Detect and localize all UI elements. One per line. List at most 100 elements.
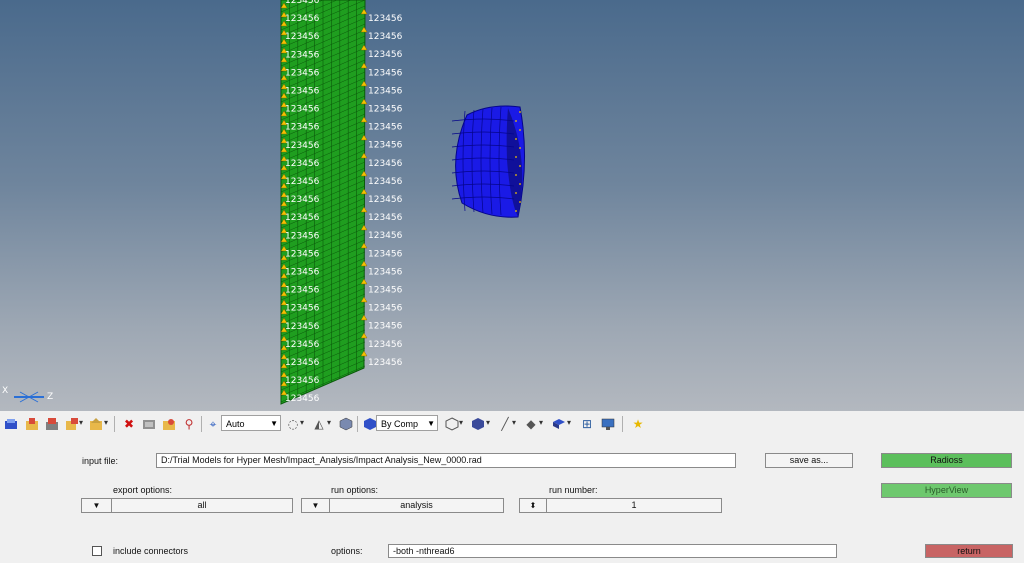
run-options-toggle[interactable]: ▼ [301,498,330,513]
dof-label: 123456 [285,50,320,60]
run-number-label: run number: [549,485,598,495]
dof-label: 123456 [285,304,320,314]
export-options-selector[interactable]: all [112,498,293,513]
find-icon[interactable] [161,416,177,432]
run-options-label: run options: [331,485,379,495]
model-canvas[interactable]: 123456 123456 123456 123456 123456 123456 1234… [0,0,1024,411]
impactor-node-marker [519,201,521,203]
dof-label: 123456 [285,195,320,205]
dof-label: 123456 [368,195,403,205]
run-number-stepper[interactable]: ⬍ [519,498,547,513]
dof-label: 123456 [285,394,320,404]
monitor-icon[interactable] [600,416,616,432]
export-icon[interactable] [64,416,80,432]
dof-label: 123456 [368,213,403,223]
line-display-icon[interactable]: ╱ [497,416,513,432]
options-field[interactable]: -both -nthread6 [388,544,837,558]
run-number-field[interactable]: 1 [547,498,722,513]
toolbar-separator [622,416,623,432]
dof-label: 123456 [285,141,320,151]
orbit-mode-value: Auto [226,419,245,429]
surface-display-icon[interactable]: ◆ [523,416,539,432]
dof-label: 123456 [285,14,320,24]
shaded-dropdown-arrow[interactable]: ▾ [486,418,490,427]
toolbar-separator [201,416,202,432]
dof-label: 123456 [368,68,403,78]
dof-label: 123456 [368,50,403,60]
export-options-toggle[interactable]: ▼ [81,498,112,513]
impactor-node-marker [519,129,521,131]
impactor-node-marker [519,165,521,167]
impactor-node-marker [515,174,517,176]
line-dropdown-arrow[interactable]: ▾ [512,418,516,427]
dof-label: 123456 [368,249,403,259]
impactor-node-marker [519,111,521,113]
solid-dropdown-arrow[interactable]: ▾ [567,418,571,427]
mask-icon[interactable]: ⊞ [579,416,595,432]
dof-label: 123456 [368,304,403,314]
radioss-button[interactable]: Radioss [881,453,1012,468]
dof-label: 123456 [285,0,320,6]
import-dropdown-arrow[interactable]: ▾ [104,418,108,427]
dof-label: 123456 [285,358,320,368]
dof-label: 123456 [285,286,320,296]
impactor-node-marker [515,138,517,140]
up-down-arrows-icon: ⬍ [529,501,537,510]
impactor-node-marker [515,192,517,194]
orbit-mode-dropdown[interactable]: Auto ▼ [221,415,281,431]
hyperview-button[interactable]: HyperView [881,483,1012,498]
dof-label: 123456 [368,177,403,187]
axis-x-label: X [2,386,8,396]
color-mode-value: By Comp [381,419,419,429]
chevron-down-icon: ▼ [311,501,320,510]
export-dropdown-arrow[interactable]: ▾ [79,418,83,427]
wireframe-icon[interactable] [444,416,460,432]
view-dropdown-arrow[interactable]: ▾ [327,418,331,427]
delete-icon[interactable]: ✖ [121,416,137,432]
visualization-icon[interactable]: ⚲ [181,416,197,432]
rotation-center-icon[interactable]: ⌖ [205,416,221,432]
impactor-node-marker [519,147,521,149]
dof-label: 123456 [285,268,320,278]
toolbar-separator [114,416,115,432]
dof-label: 123456 [368,123,403,133]
solid-display-icon[interactable] [551,416,567,432]
lasso-select-icon[interactable]: ◌ [285,416,301,432]
impactor-node-marker [519,183,521,185]
cube-view-icon[interactable] [338,416,354,432]
surface-dropdown-arrow[interactable]: ▾ [539,418,543,427]
run-options-selector[interactable]: analysis [330,498,504,513]
toolbar-separator [357,416,358,432]
impactor-node-marker [515,156,517,158]
blue-impactor-mesh[interactable] [451,105,526,218]
import-geometry-icon[interactable] [88,416,104,432]
include-connectors-checkbox[interactable] [92,546,102,556]
graphics-viewport[interactable]: 123456 123456 123456 123456 123456 123456 1234… [0,0,1024,411]
dof-label: 123456 [368,322,403,332]
dof-label: 123456 [368,286,403,296]
wireframe-dropdown-arrow[interactable]: ▾ [459,418,463,427]
dof-label: 123456 [285,177,320,187]
open-model-icon[interactable] [24,416,40,432]
chevron-down-icon: ▼ [270,419,278,428]
chevron-down-icon: ▼ [92,501,101,510]
dof-label: 123456 [368,86,403,96]
save-icon[interactable] [44,416,60,432]
input-file-field[interactable]: D:/Trial Models for Hyper Mesh/Impact_An… [156,453,736,468]
dof-label: 123456 [285,159,320,169]
dof-label: 123456 [285,32,320,42]
star-icon[interactable]: ★ [630,416,646,432]
color-mode-dropdown[interactable]: By Comp ▼ [376,415,438,431]
chevron-down-icon: ▼ [427,419,435,428]
return-button[interactable]: return [925,544,1013,558]
view-icon[interactable]: ◭ [311,416,327,432]
import-icon[interactable] [3,416,19,432]
lasso-dropdown-arrow[interactable]: ▾ [300,418,304,427]
element-quality-icon[interactable] [141,416,157,432]
dof-label: 123456 [285,87,320,97]
shaded-elements-icon[interactable] [470,416,486,432]
dof-label: 123456 [368,358,403,368]
toolbar: ▾ ▾ ✖ ⚲ ⌖ Auto ▼ ◌ ▾ ◭ ▾ By Comp ▼ ▾ ▾ ╱ ▾… [0,411,1024,438]
dof-label: 123456 [368,141,403,151]
save-as-button[interactable]: save as... [765,453,853,468]
